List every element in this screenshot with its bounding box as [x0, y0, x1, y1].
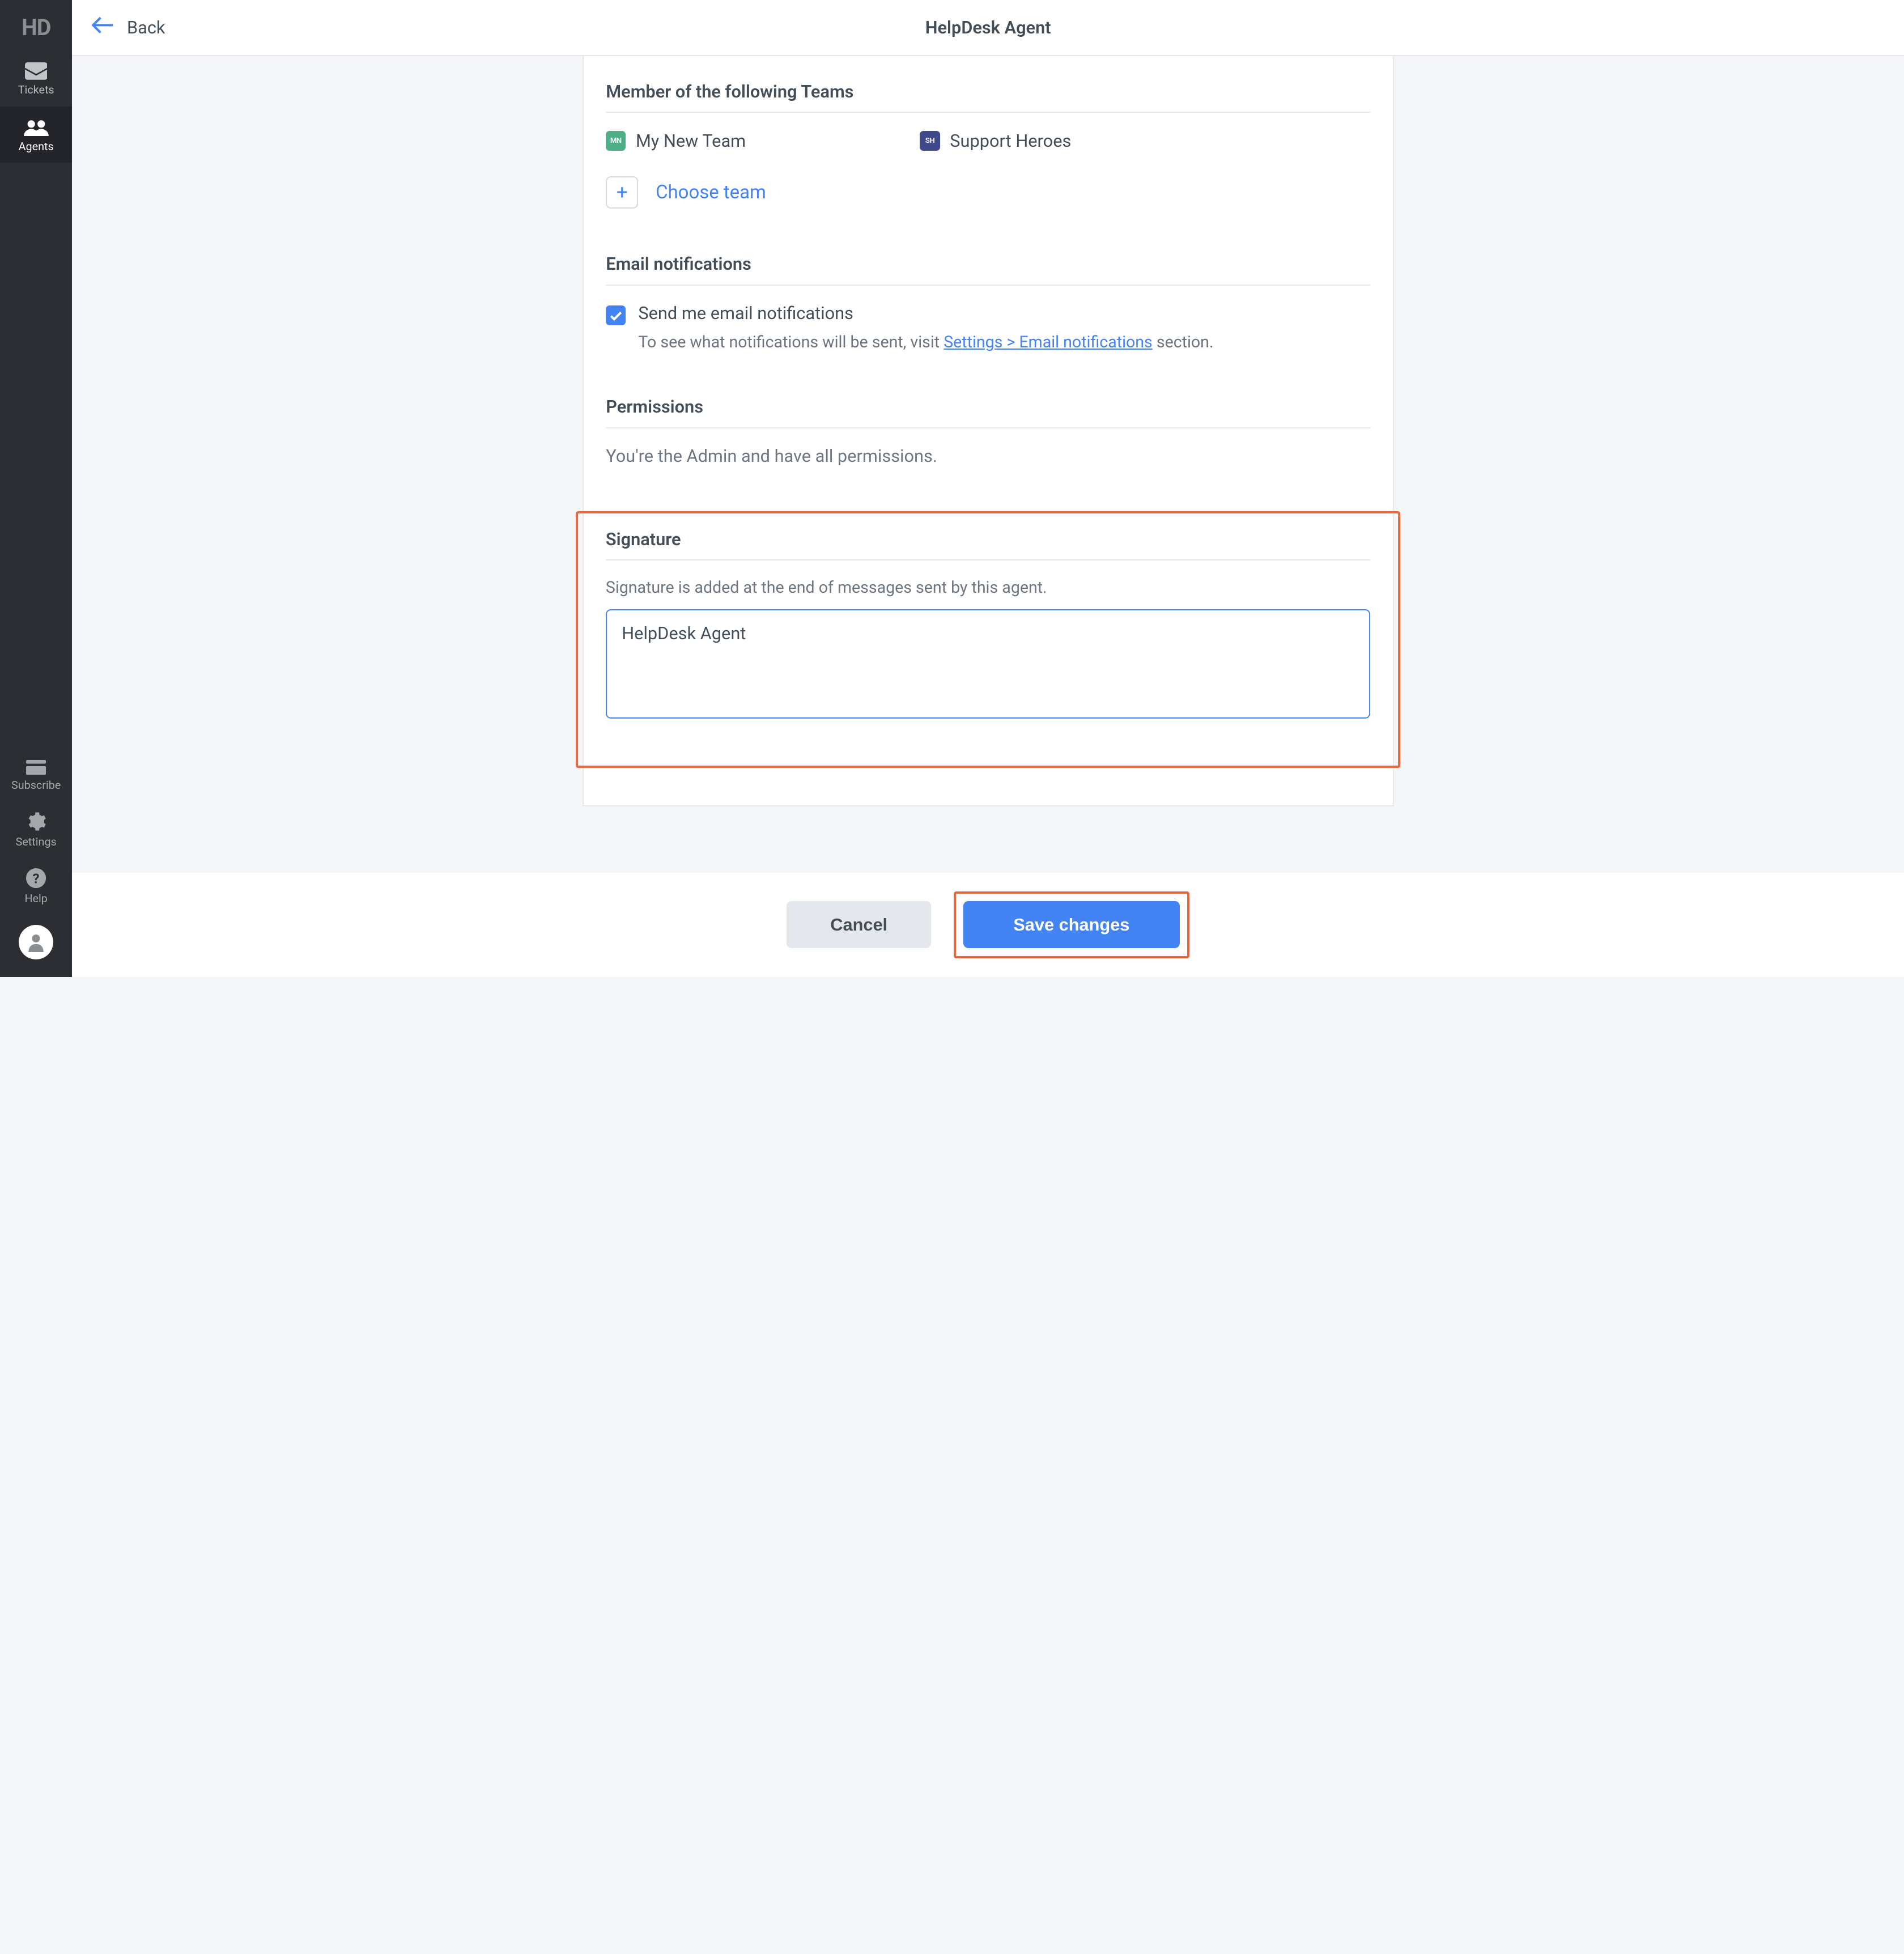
permissions-section-title: Permissions	[606, 396, 1370, 428]
plus-icon: +	[617, 180, 628, 204]
check-icon	[610, 305, 622, 326]
save-highlight-box: Save changes	[954, 891, 1189, 958]
choose-team-link[interactable]: Choose team	[656, 181, 766, 203]
sidebar-item-agents[interactable]: Agents	[0, 107, 72, 163]
save-button[interactable]: Save changes	[963, 901, 1180, 948]
sidebar-item-label: Agents	[19, 140, 54, 153]
ticket-icon	[25, 62, 48, 80]
email-settings-link[interactable]: Settings > Email notifications	[944, 333, 1153, 351]
page-title: HelpDesk Agent	[925, 17, 1051, 38]
help-icon: ?	[26, 868, 46, 888]
sidebar-item-label: Subscribe	[11, 779, 61, 792]
sidebar-item-help[interactable]: ? Help	[0, 858, 72, 915]
subscribe-icon	[26, 760, 46, 775]
arrow-left-icon	[92, 16, 126, 39]
signature-highlight-box: Signature Signature is added at the end …	[576, 511, 1400, 768]
sidebar-item-label: Settings	[16, 835, 57, 848]
sidebar-item-tickets[interactable]: Tickets	[0, 50, 72, 107]
team-item[interactable]: SH Support Heroes	[920, 130, 1072, 151]
footer-bar: Cancel Save changes	[72, 873, 1904, 977]
person-icon	[26, 932, 46, 952]
email-notifications-checkbox[interactable]	[606, 305, 626, 325]
email-section-title: Email notifications	[606, 253, 1370, 286]
signature-section-title: Signature	[606, 529, 1371, 561]
add-team-button[interactable]: +	[606, 176, 638, 209]
back-label: Back	[127, 17, 165, 38]
svg-text:?: ?	[33, 870, 40, 886]
team-name: Support Heroes	[950, 130, 1071, 151]
settings-card: Member of the following Teams MN My New …	[583, 56, 1394, 806]
signature-input[interactable]: HelpDesk Agent	[606, 609, 1371, 719]
permissions-text: You're the Admin and have all permission…	[606, 445, 1370, 466]
email-help-text: To see what notifications will be sent, …	[638, 333, 1370, 351]
gear-icon	[26, 812, 46, 831]
sidebar-item-label: Help	[24, 892, 47, 905]
team-item[interactable]: MN My New Team	[606, 130, 746, 151]
user-avatar[interactable]	[19, 925, 53, 959]
agents-icon	[24, 119, 49, 137]
app-logo: HD	[0, 0, 72, 50]
teams-section-title: Member of the following Teams	[606, 81, 1370, 113]
sidebar-item-subscribe[interactable]: Subscribe	[0, 750, 72, 802]
sidebar-item-label: Tickets	[18, 83, 54, 96]
back-button[interactable]: Back	[92, 16, 165, 39]
checkbox-label: Send me email notifications	[638, 303, 853, 324]
team-badge: SH	[920, 131, 940, 151]
sidebar: HD Tickets Agents Subscribe Settings ? H…	[0, 0, 72, 977]
cancel-button[interactable]: Cancel	[787, 901, 931, 948]
sidebar-item-settings[interactable]: Settings	[0, 802, 72, 859]
team-name: My New Team	[636, 130, 746, 151]
topbar: Back HelpDesk Agent	[72, 0, 1904, 56]
team-badge: MN	[606, 131, 626, 151]
signature-help-text: Signature is added at the end of message…	[606, 578, 1371, 597]
